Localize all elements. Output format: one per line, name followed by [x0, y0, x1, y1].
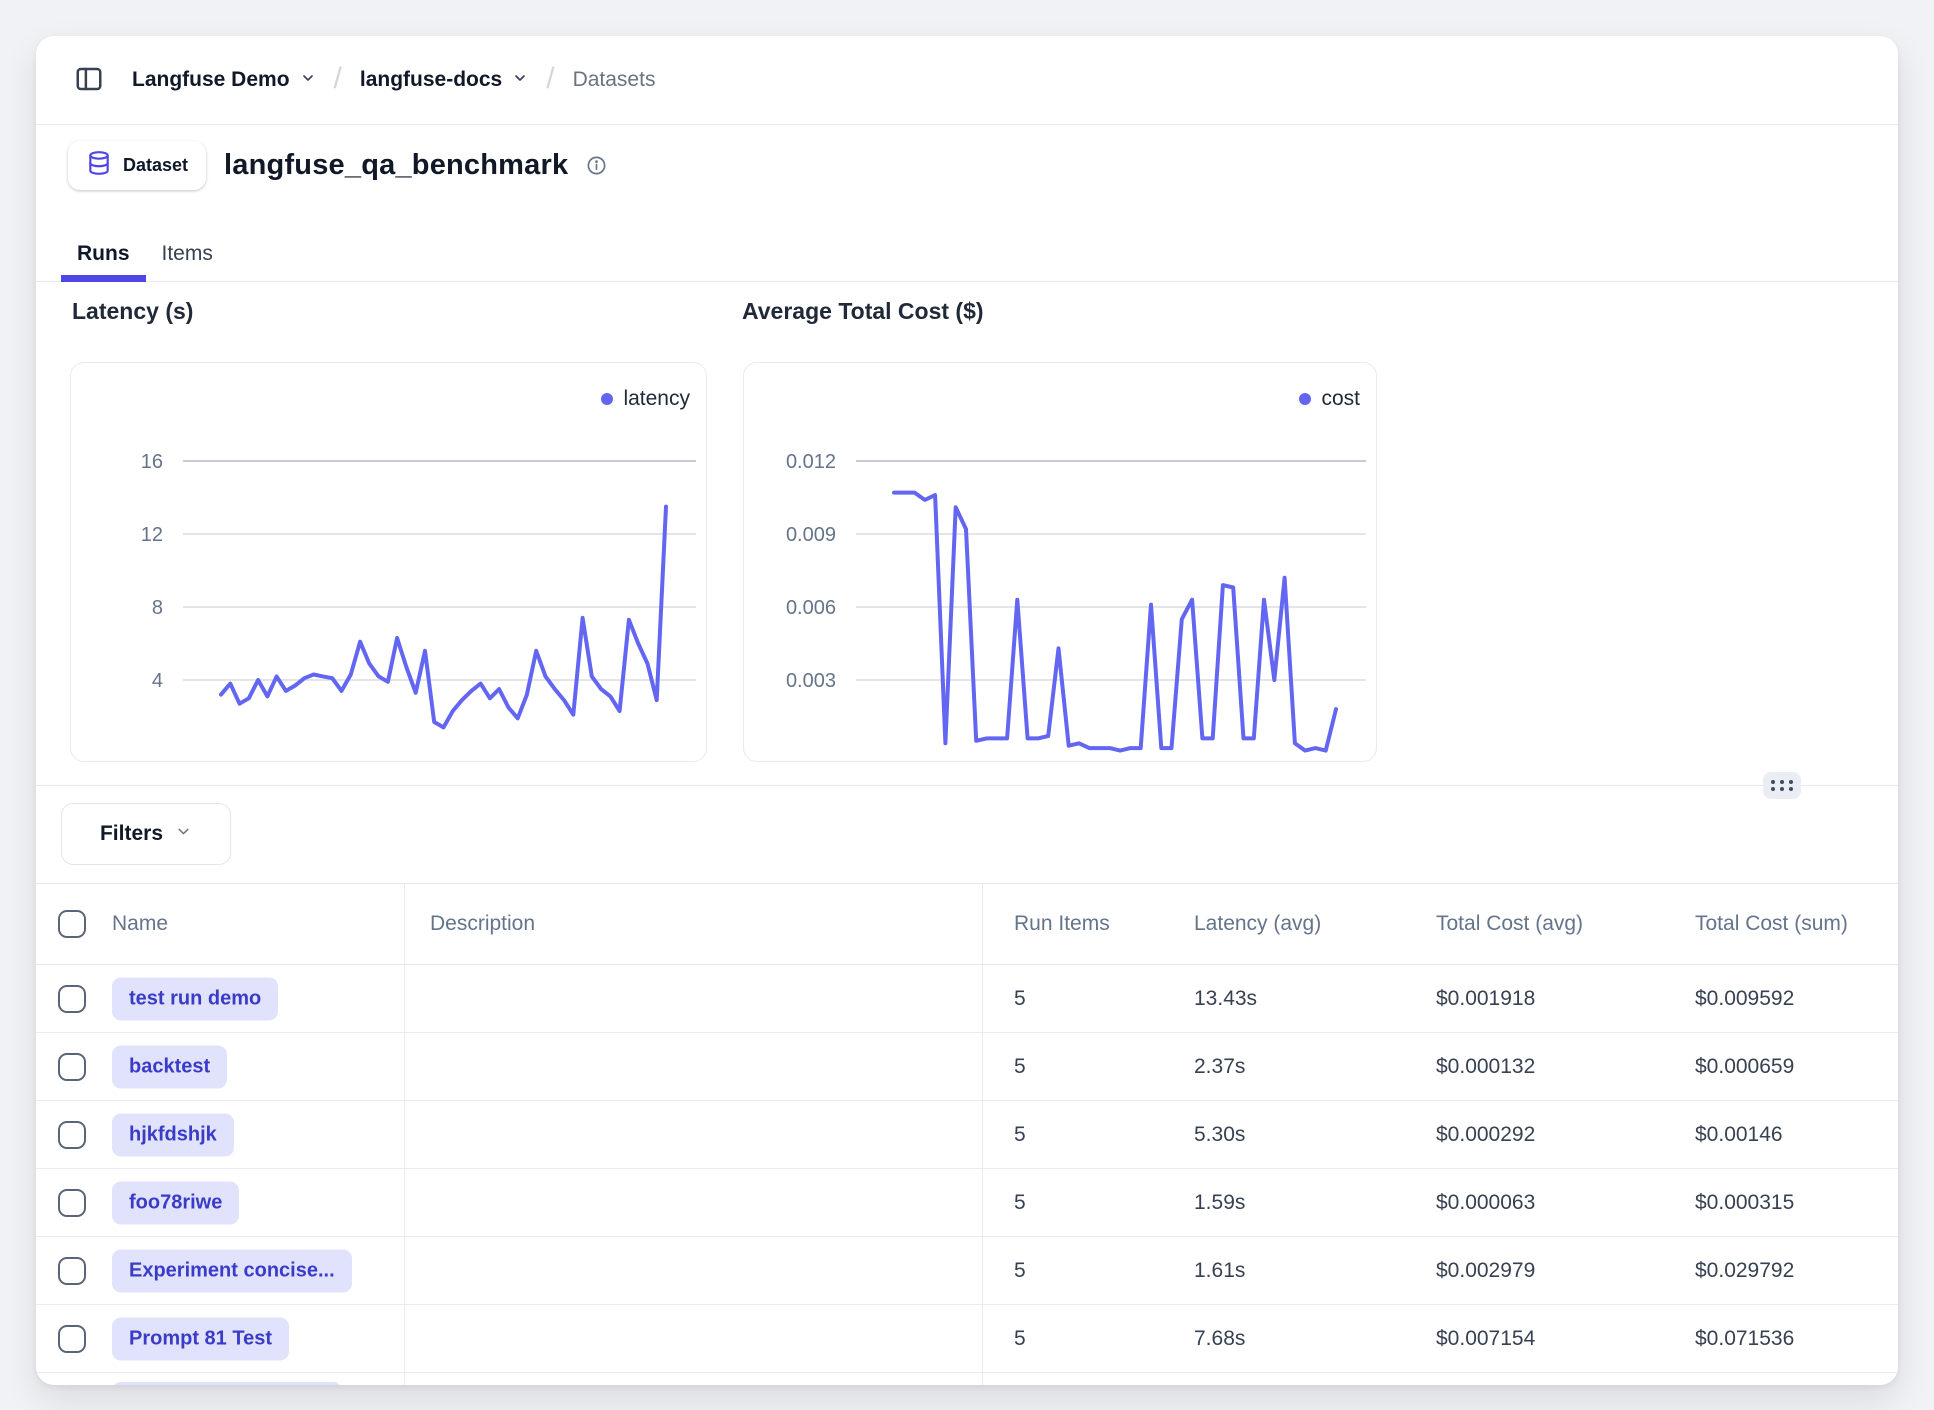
run-name-badge[interactable]: [112, 1382, 342, 1385]
section-divider: [36, 785, 1898, 786]
cell-total-cost-sum: $0.071536: [1695, 1327, 1794, 1351]
row-checkbox[interactable]: [58, 1325, 86, 1353]
breadcrumb-separator: /: [334, 62, 342, 96]
cell-latency-avg: 7.68s: [1194, 1327, 1245, 1351]
run-name-badge[interactable]: hjkfdshjk: [112, 1113, 234, 1156]
cell-run-items: 5: [1014, 1191, 1026, 1215]
cell-total-cost-sum: $0.000659: [1695, 1055, 1794, 1079]
svg-text:0.009: 0.009: [786, 524, 836, 546]
row-checkbox[interactable]: [58, 1257, 86, 1285]
svg-text:8: 8: [152, 597, 163, 619]
column-header-latency-avg: Latency (avg): [1194, 912, 1321, 936]
run-name-badge[interactable]: test run demo: [112, 977, 278, 1020]
tab-runs[interactable]: Runs: [61, 227, 146, 281]
cell-total-cost-sum: $0.000315: [1695, 1191, 1794, 1215]
table-body: test run demo 5 13.43s $0.001918 $0.0095…: [36, 965, 1898, 1385]
chevron-down-icon: [512, 68, 528, 92]
cell-total-cost-avg: $0.007154: [1436, 1327, 1535, 1351]
svg-text:0.012: 0.012: [786, 451, 836, 473]
dataset-type-badge: Dataset: [68, 141, 206, 190]
active-tab-indicator: [61, 275, 146, 282]
chevron-down-icon: [175, 822, 192, 846]
chart-canvas: 16 12 8 4: [71, 363, 706, 761]
dataset-info-icon[interactable]: [586, 155, 607, 176]
row-checkbox[interactable]: [58, 1189, 86, 1217]
latency-chart: latency 161284: [70, 362, 707, 762]
run-name-badge[interactable]: Experiment concise...: [112, 1249, 352, 1292]
chart-canvas: 0.012 0.009 0.006 0.003: [744, 363, 1376, 761]
cell-total-cost-avg: $0.000292: [1436, 1123, 1535, 1147]
table-row[interactable]: Prompt 81 Test 5 7.68s $0.007154 $0.0715…: [36, 1305, 1898, 1373]
breadcrumb-separator: /: [546, 62, 554, 96]
row-checkbox[interactable]: [58, 1053, 86, 1081]
svg-text:16: 16: [141, 451, 163, 473]
table-header: Name Description Run Items Latency (avg)…: [36, 884, 1898, 965]
row-checkbox[interactable]: [58, 985, 86, 1013]
cell-latency-avg: 1.59s: [1194, 1191, 1245, 1215]
latency-chart-title: Latency (s): [72, 298, 193, 325]
cell-run-items: 5: [1014, 1055, 1026, 1079]
cell-latency-avg: 5.30s: [1194, 1123, 1245, 1147]
tab-items[interactable]: Items: [146, 227, 229, 281]
top-navigation: Langfuse Demo / langfuse-docs / Datasets: [36, 36, 1898, 125]
breadcrumb-org[interactable]: Langfuse Demo: [132, 68, 316, 92]
breadcrumb-org-label: Langfuse Demo: [132, 68, 290, 92]
tabs: Runs Items: [36, 227, 1898, 282]
table-row[interactable]: backtest 5 2.37s $0.000132 $0.000659: [36, 1033, 1898, 1101]
filters-button[interactable]: Filters: [61, 803, 231, 865]
breadcrumb: Langfuse Demo / langfuse-docs / Datasets: [132, 63, 655, 97]
column-header-name: Name: [112, 912, 168, 936]
cell-total-cost-avg: $0.000063: [1436, 1191, 1535, 1215]
cell-total-cost-sum: $0.009592: [1695, 987, 1794, 1011]
cell-total-cost-sum: $0.029792: [1695, 1259, 1794, 1283]
cell-latency-avg: 13.43s: [1194, 987, 1257, 1011]
cell-latency-avg: 1.61s: [1194, 1259, 1245, 1283]
svg-text:0.003: 0.003: [786, 670, 836, 692]
sidebar-toggle-button[interactable]: [74, 64, 104, 97]
filters-label: Filters: [100, 822, 163, 846]
column-header-description: Description: [430, 912, 535, 936]
cell-latency-avg: 2.37s: [1194, 1055, 1245, 1079]
cell-run-items: 5: [1014, 1327, 1026, 1351]
database-icon: [86, 150, 112, 181]
run-name-badge[interactable]: Prompt 81 Test: [112, 1317, 289, 1360]
panel-left-icon: [74, 64, 104, 97]
runs-table: Name Description Run Items Latency (avg)…: [36, 883, 1898, 1385]
column-header-total-cost-sum: Total Cost (sum): [1695, 912, 1848, 936]
tab-items-label: Items: [162, 242, 213, 266]
table-row-partial: [36, 1373, 1898, 1385]
svg-text:0.006: 0.006: [786, 597, 836, 619]
breadcrumb-project-label: langfuse-docs: [360, 68, 502, 92]
table-row[interactable]: Experiment concise... 5 1.61s $0.002979 …: [36, 1237, 1898, 1305]
cell-total-cost-avg: $0.000132: [1436, 1055, 1535, 1079]
svg-text:12: 12: [141, 524, 163, 546]
app-window: Langfuse Demo / langfuse-docs / Datasets: [36, 36, 1898, 1385]
breadcrumb-project[interactable]: langfuse-docs: [360, 68, 528, 92]
cell-run-items: 5: [1014, 987, 1026, 1011]
table-row[interactable]: hjkfdshjk 5 5.30s $0.000292 $0.00146: [36, 1101, 1898, 1169]
svg-text:4: 4: [152, 670, 163, 692]
cell-run-items: 5: [1014, 1259, 1026, 1283]
dataset-badge-label: Dataset: [123, 155, 188, 176]
cell-total-cost-avg: $0.002979: [1436, 1259, 1535, 1283]
page-title: langfuse_qa_benchmark: [224, 149, 568, 182]
table-row[interactable]: test run demo 5 13.43s $0.001918 $0.0095…: [36, 965, 1898, 1033]
cost-chart-title: Average Total Cost ($): [742, 298, 984, 325]
chevron-down-icon: [300, 68, 316, 92]
panel-resize-handle[interactable]: [1763, 772, 1801, 799]
cost-chart: cost 0.0120.0090.0060.003: [743, 362, 1377, 762]
select-all-checkbox[interactable]: [58, 910, 86, 938]
run-name-badge[interactable]: foo78riwe: [112, 1181, 239, 1224]
column-header-run-items: Run Items: [1014, 912, 1110, 936]
cell-total-cost-avg: $0.001918: [1436, 987, 1535, 1011]
breadcrumb-section-datasets[interactable]: Datasets: [573, 68, 656, 92]
cell-total-cost-sum: $0.00146: [1695, 1123, 1783, 1147]
cell-run-items: 5: [1014, 1123, 1026, 1147]
row-checkbox[interactable]: [58, 1121, 86, 1149]
column-header-total-cost-avg: Total Cost (avg): [1436, 912, 1583, 936]
dataset-title-row: Dataset langfuse_qa_benchmark: [68, 139, 607, 191]
run-name-badge[interactable]: backtest: [112, 1045, 227, 1088]
table-row[interactable]: foo78riwe 5 1.59s $0.000063 $0.000315: [36, 1169, 1898, 1237]
tab-runs-label: Runs: [77, 242, 130, 266]
